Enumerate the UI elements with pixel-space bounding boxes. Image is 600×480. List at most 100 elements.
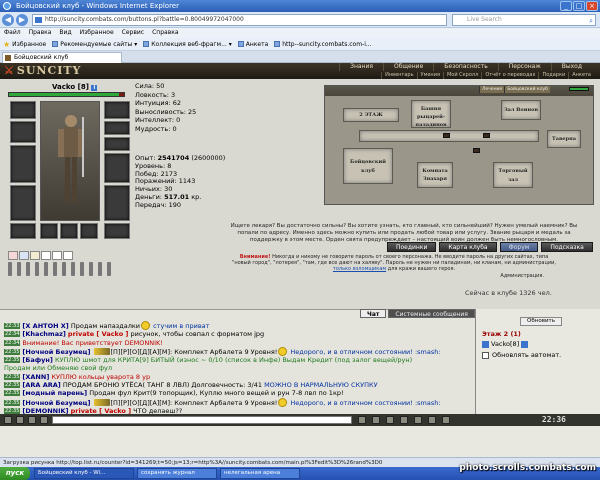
amulet-slot[interactable] <box>104 121 130 135</box>
subnav-profile[interactable]: Анкета <box>568 72 594 79</box>
user-name[interactable]: Vacko[8] <box>491 340 519 348</box>
potion-slot[interactable] <box>26 262 30 276</box>
chat-nick[interactable]: [Х АНТОН Х] <box>22 322 68 330</box>
room-trade-hall[interactable]: Торговый зал <box>493 162 533 188</box>
chat-mode-icon[interactable] <box>4 416 12 424</box>
forward-icon[interactable]: ▶ <box>16 14 28 26</box>
effect-icon[interactable] <box>19 251 29 260</box>
fav-suggested-sites[interactable]: Рекомендуемые сайты ▾ <box>52 38 137 50</box>
task-arena[interactable]: нелегальная арена <box>220 468 300 479</box>
address-input[interactable]: http://suncity.combats.com/buttons.pl?ba… <box>32 14 447 26</box>
auto-update-checkbox[interactable] <box>482 351 489 359</box>
fav-anketa[interactable]: Анкета <box>237 38 268 50</box>
fav-web-slice[interactable]: Коллекция веб-фрагм... ▾ <box>143 38 232 50</box>
nav-communication[interactable]: Общение <box>382 63 433 71</box>
menu-favorites[interactable]: Избранное <box>80 28 114 38</box>
notice-link[interactable]: только взломщикам <box>333 266 386 272</box>
menu-file[interactable]: Файл <box>4 28 21 38</box>
minimize-icon[interactable]: _ <box>560 1 572 11</box>
chat-nick[interactable]: [Ночной Безумец] <box>22 399 90 407</box>
potion-slot[interactable] <box>89 262 93 276</box>
character-portrait[interactable] <box>40 101 100 221</box>
map-tab-club[interactable]: Бойцовский клуб <box>504 86 550 93</box>
favorites-button[interactable]: ★ Избранное <box>3 38 46 50</box>
start-button[interactable]: пуск <box>0 467 30 480</box>
potion-slot[interactable] <box>35 262 39 276</box>
chat-input[interactable] <box>52 416 352 424</box>
refresh-icon[interactable] <box>400 416 408 424</box>
tab-fight-club[interactable]: Бойцовский клуб <box>2 52 122 63</box>
chat-nick[interactable]: [модный парень] <box>22 389 87 397</box>
search-icon[interactable]: ⌕ <box>589 16 593 26</box>
shield-slot[interactable] <box>104 185 130 221</box>
potion-slot[interactable] <box>8 262 12 276</box>
menu-edit[interactable]: Правка <box>29 28 52 38</box>
hint-button[interactable]: Подсказка <box>541 242 593 252</box>
room-paladin-tower[interactable]: Башня рыцарей-паладинов <box>411 100 451 128</box>
subnav-skills[interactable]: Умения <box>416 72 443 79</box>
effect-icon[interactable] <box>41 251 51 260</box>
chat-nick[interactable]: [Khachmaz] <box>22 330 65 338</box>
effect-icon[interactable] <box>63 251 73 260</box>
helmet-slot[interactable] <box>10 101 36 119</box>
gloves-slot[interactable] <box>104 153 130 183</box>
chat-private-tag[interactable]: private [ Vacko ] <box>71 407 131 414</box>
settings-icon[interactable] <box>386 416 394 424</box>
chat-nick[interactable]: [Бафун] <box>22 356 52 364</box>
potion-slot[interactable] <box>53 262 57 276</box>
exit-chat-icon[interactable] <box>442 416 450 424</box>
door-icon[interactable] <box>443 133 450 138</box>
earring-slot[interactable] <box>104 101 130 119</box>
potion-slot[interactable] <box>71 262 75 276</box>
help-icon[interactable] <box>428 416 436 424</box>
club-map-button[interactable]: Карта клуба <box>439 242 497 252</box>
fav-suncity[interactable]: http--suncity.combats.com-i... <box>274 38 372 50</box>
chat-nick[interactable]: [ХАNN] <box>22 373 49 381</box>
nav-exit[interactable]: Выход <box>550 63 592 71</box>
menu-help[interactable]: Справка <box>152 28 178 38</box>
potion-slot[interactable] <box>80 262 84 276</box>
sound-icon[interactable] <box>414 416 422 424</box>
weapon-slot[interactable] <box>10 145 36 183</box>
nav-knowledge[interactable]: Знания <box>339 63 383 71</box>
tab-chat[interactable]: Чат <box>360 309 387 318</box>
menu-view[interactable]: Вид <box>59 28 71 38</box>
menu-tools[interactable]: Сервис <box>122 28 144 38</box>
room-healer[interactable]: Комната Знахаря <box>417 162 453 188</box>
door-icon[interactable] <box>483 133 490 138</box>
potion-slot[interactable] <box>17 262 21 276</box>
room-tavern[interactable]: Таверна <box>547 130 581 148</box>
clear-icon[interactable] <box>28 416 36 424</box>
translit-icon[interactable] <box>40 416 48 424</box>
potion-slot[interactable] <box>44 262 48 276</box>
armor-slot[interactable] <box>10 185 36 221</box>
chat-nick[interactable]: [DEMONNIK] <box>22 407 68 414</box>
bracer-slot[interactable] <box>10 121 36 143</box>
duels-button[interactable]: Поединки <box>387 242 437 252</box>
maximize-icon[interactable]: □ <box>573 1 585 11</box>
ring-slot[interactable] <box>104 137 130 151</box>
room-warriors-hall[interactable]: Зал Воинов <box>501 100 541 120</box>
smile-icon[interactable] <box>16 416 24 424</box>
task-fight-club[interactable]: Бойцовский клуб - Wi... <box>34 468 134 479</box>
subnav-transfers[interactable]: Отчёт о переводах <box>481 72 538 79</box>
back-icon[interactable]: ◀ <box>2 14 14 26</box>
potion-slot[interactable] <box>107 262 111 276</box>
belt-slot[interactable] <box>10 223 36 239</box>
send-icon[interactable] <box>358 416 366 424</box>
refresh-button[interactable]: Обновить <box>520 317 562 326</box>
nav-security[interactable]: Безопасность <box>433 63 498 71</box>
user-entry[interactable]: Vacko[8] <box>482 340 529 348</box>
item-slot[interactable] <box>40 223 58 239</box>
effect-icon[interactable] <box>8 251 18 260</box>
potion-slot[interactable] <box>98 262 102 276</box>
potion-slot[interactable] <box>62 262 66 276</box>
door-icon[interactable] <box>473 148 480 153</box>
map-tab-healing[interactable]: Лечение <box>479 86 505 93</box>
close-icon[interactable]: × <box>586 1 598 11</box>
subnav-inventory[interactable]: Инвентарь <box>381 72 416 79</box>
effect-icon[interactable] <box>52 251 62 260</box>
effect-icon[interactable] <box>30 251 40 260</box>
nav-character[interactable]: Персонаж <box>497 63 551 71</box>
item-slot[interactable] <box>60 223 78 239</box>
